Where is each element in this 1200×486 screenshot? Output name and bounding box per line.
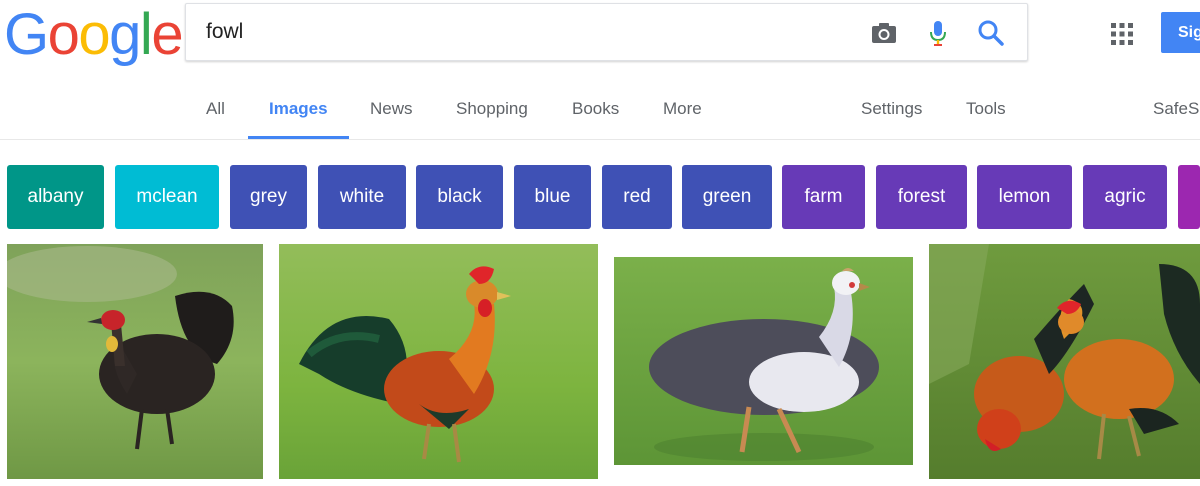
image-result-rooster[interactable] (279, 244, 598, 479)
chip-lemon[interactable]: lemon (977, 165, 1072, 229)
tab-more[interactable]: More (663, 72, 702, 140)
apps-grid-icon[interactable] (1110, 22, 1134, 46)
chip-grey[interactable]: grey (230, 165, 307, 229)
chip-agric[interactable]: agric (1083, 165, 1167, 229)
logo-letter: o (47, 2, 80, 67)
tab-images[interactable]: Images (269, 72, 328, 140)
google-logo[interactable]: Google (4, 2, 184, 68)
logo-letter: l (139, 2, 153, 67)
chip-farm[interactable]: farm (782, 165, 865, 229)
tab-shopping[interactable]: Shopping (456, 72, 528, 140)
logo-letter: e (151, 2, 183, 67)
search-input[interactable] (206, 4, 846, 60)
chip-black[interactable]: black (416, 165, 503, 229)
chip-albany[interactable]: albany (7, 165, 104, 229)
camera-icon[interactable] (869, 18, 899, 48)
chip-red[interactable]: red (602, 165, 672, 229)
image-result-guineafowl[interactable] (614, 257, 913, 465)
logo-letter: o (78, 2, 110, 67)
chip-mclean[interactable]: mclean (115, 165, 219, 229)
tab-safesearch[interactable]: SafeSearch (1153, 72, 1200, 140)
image-result-two-roosters[interactable] (929, 244, 1200, 479)
image-result-brush-turkey[interactable] (7, 244, 263, 479)
chip-white[interactable]: white (318, 165, 406, 229)
sign-in-button[interactable]: Sign in (1161, 12, 1200, 53)
tab-all[interactable]: All (206, 72, 225, 140)
chip-green[interactable]: green (682, 165, 772, 229)
chip-forest[interactable]: forest (876, 165, 967, 229)
search-box (185, 3, 1028, 61)
search-icon[interactable] (976, 18, 1006, 48)
tab-books[interactable]: Books (572, 72, 619, 140)
tab-news[interactable]: News (370, 72, 413, 140)
microphone-icon[interactable] (923, 18, 953, 48)
logo-letter: G (4, 2, 49, 67)
nav-divider (0, 139, 1200, 140)
tab-settings[interactable]: Settings (861, 72, 922, 140)
tab-tools[interactable]: Tools (966, 72, 1006, 140)
search-tabs: All Images News Shopping Books More Sett… (0, 72, 1200, 140)
chip-blue[interactable]: blue (514, 165, 591, 229)
chip-partial[interactable] (1178, 165, 1200, 229)
logo-letter: g (109, 2, 141, 67)
